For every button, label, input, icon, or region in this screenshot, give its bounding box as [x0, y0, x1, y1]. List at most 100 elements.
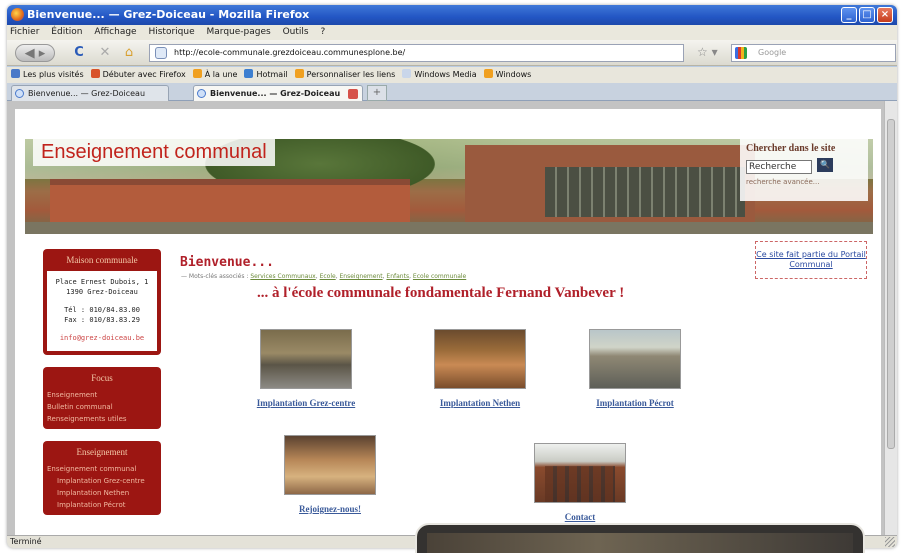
tile-pecrot[interactable]: Implantation Pécrot: [575, 329, 695, 408]
enseignement-heading: Enseignement: [76, 447, 128, 457]
home-icon[interactable]: ⌂: [121, 44, 137, 62]
tab-label: Bienvenue... — Grez-Doiceau: [210, 89, 341, 98]
bookmark-label: Débuter avec Firefox: [102, 70, 186, 79]
bookmark-item[interactable]: Windows: [483, 67, 532, 83]
email-link[interactable]: info@grez-doiceau.be: [49, 333, 155, 343]
title-bar: Bienvenue... — Grez-Doiceau - Mozilla Fi…: [7, 5, 897, 25]
sidebar-enseignement-item[interactable]: Implantation Grez-centre: [43, 475, 161, 487]
globe-icon: [15, 89, 24, 98]
photo-grez-centre[interactable]: [260, 329, 352, 389]
bookmark-item[interactable]: Personnaliser les liens: [294, 67, 395, 83]
tile-contact[interactable]: Contact: [525, 443, 635, 522]
minimize-button[interactable]: _: [841, 7, 857, 23]
scrollbar-thumb[interactable]: [887, 119, 895, 449]
bookmark-icon: [192, 69, 202, 78]
tile-caption[interactable]: Implantation Pécrot: [575, 398, 695, 408]
site-search-input[interactable]: Recherche: [746, 160, 812, 174]
bookmark-item[interactable]: Débuter avec Firefox: [90, 67, 186, 83]
bookmark-item[interactable]: Hotmail: [244, 67, 288, 83]
search-icon[interactable]: 🔍: [817, 158, 834, 172]
menu-edition[interactable]: Édition: [51, 27, 82, 37]
bookmark-icon: [294, 69, 304, 78]
focus-heading: Focus: [91, 373, 113, 383]
menu-fichier[interactable]: Fichier: [10, 27, 39, 37]
window-title: Bienvenue... — Grez-Doiceau - Mozilla Fi…: [27, 8, 310, 21]
bookmark-icon: [402, 69, 412, 78]
menu-historique[interactable]: Historique: [148, 27, 194, 37]
photo-rejoignez[interactable]: [284, 435, 376, 495]
overlay-window: [415, 523, 865, 553]
tile-grez-centre[interactable]: Implantation Grez-centre: [241, 329, 371, 408]
banner-building-left: [50, 179, 410, 224]
keyword-link[interactable]: Services Communaux: [250, 273, 315, 280]
bookmark-star-icon[interactable]: ☆ ▾: [697, 45, 718, 59]
vertical-scrollbar[interactable]: [884, 101, 897, 541]
bookmark-icon: [244, 69, 254, 78]
sidebar-focus-item[interactable]: Enseignement: [43, 389, 161, 401]
keyword-link[interactable]: Ecole: [320, 273, 336, 280]
welcome-heading: ... à l'école communale fondamentale Fer…: [257, 285, 625, 301]
tile-nethen[interactable]: Implantation Nethen: [420, 329, 540, 408]
photo-nethen[interactable]: [434, 329, 526, 389]
site-identity-icon[interactable]: [155, 47, 167, 59]
tab-close-icon[interactable]: [348, 89, 358, 99]
new-tab-button[interactable]: +: [367, 85, 387, 101]
portal-link[interactable]: Ce site fait partie du Portail Communal: [755, 241, 867, 279]
search-bar[interactable]: Google: [731, 44, 896, 62]
bookmark-item[interactable]: Windows Media: [402, 67, 477, 83]
tile-rejoignez[interactable]: Rejoignez-nous!: [280, 435, 380, 514]
left-sidebar: Maison communale Place Ernest Dubois, 1 …: [43, 249, 161, 527]
menu-outils[interactable]: Outils: [283, 27, 309, 37]
photo-contact[interactable]: [534, 443, 626, 503]
sidebar-enseignement-item[interactable]: Enseignement communal: [43, 463, 161, 475]
site-search-label: Chercher dans le site: [746, 143, 836, 154]
stop-icon[interactable]: ✕: [97, 44, 113, 62]
reload-icon[interactable]: C: [71, 44, 87, 62]
keywords-prefix: — Mots-clés associés :: [181, 273, 249, 280]
web-page: Enseignement communal Chercher dans le s…: [15, 109, 881, 541]
back-forward-button[interactable]: ◀ ▸: [15, 44, 55, 62]
maximize-button[interactable]: □: [859, 7, 875, 23]
close-button[interactable]: ×: [877, 7, 893, 23]
site-search-box: Chercher dans le site Recherche 🔍 recher…: [740, 139, 868, 201]
sidebar-focus-item[interactable]: Bulletin communal: [43, 401, 161, 413]
firefox-icon: [11, 8, 24, 21]
tile-caption[interactable]: Rejoignez-nous!: [280, 504, 380, 514]
tab-bar: Bienvenue... — Grez-Doiceau Bienvenue...…: [7, 83, 897, 101]
bookmark-label: Hotmail: [256, 70, 288, 79]
tile-caption[interactable]: Implantation Nethen: [420, 398, 540, 408]
search-placeholder: Google: [758, 48, 787, 57]
tile-caption[interactable]: Implantation Grez-centre: [241, 398, 371, 408]
keyword-link[interactable]: Enseignement: [340, 273, 383, 280]
banner-ground: [25, 222, 873, 234]
tile-caption[interactable]: Contact: [525, 512, 635, 522]
menu-help[interactable]: ?: [320, 27, 325, 37]
url-text: http://ecole-communale.grezdoiceau.commu…: [174, 48, 406, 57]
sidebar-enseignement-item[interactable]: Implantation Pécrot: [43, 499, 161, 511]
url-bar[interactable]: http://ecole-communale.grezdoiceau.commu…: [149, 44, 684, 62]
tab-1[interactable]: Bienvenue... — Grez-Doiceau: [11, 85, 169, 101]
keywords-breadcrumb: — Mots-clés associés : Services Communau…: [181, 273, 467, 280]
resize-grip[interactable]: [885, 537, 895, 547]
site-title[interactable]: Enseignement communal: [33, 139, 275, 166]
focus-block: Focus Enseignement Bulletin communal Rense…: [43, 367, 161, 429]
bookmark-item[interactable]: Les plus visités: [11, 67, 84, 83]
content-viewport: Enseignement communal Chercher dans le s…: [7, 101, 884, 541]
google-icon[interactable]: [735, 47, 747, 59]
contact-block: Maison communale Place Ernest Dubois, 1 …: [43, 249, 161, 355]
address-line-2: 1390 Grez-Doiceau: [66, 288, 138, 296]
advanced-search-link[interactable]: recherche avancée...: [746, 178, 862, 186]
sidebar-focus-item[interactable]: Renseignements utiles: [43, 413, 161, 425]
bookmark-label: Windows: [495, 70, 532, 79]
sidebar-enseignement-item[interactable]: Implantation Nethen: [43, 487, 161, 499]
bookmark-item[interactable]: À la une: [192, 67, 238, 83]
tab-2[interactable]: Bienvenue... — Grez-Doiceau: [193, 85, 363, 101]
bookmark-label: À la une: [204, 70, 238, 79]
keyword-link[interactable]: Ecole communale: [413, 273, 466, 280]
contact-heading[interactable]: Maison communale: [43, 249, 161, 271]
menu-marque-pages[interactable]: Marque-pages: [207, 27, 271, 37]
keyword-link[interactable]: Enfants: [386, 273, 409, 280]
menu-affichage[interactable]: Affichage: [94, 27, 136, 37]
bookmarks-toolbar: Les plus visités Débuter avec Firefox À la…: [7, 67, 897, 83]
photo-pecrot[interactable]: [589, 329, 681, 389]
